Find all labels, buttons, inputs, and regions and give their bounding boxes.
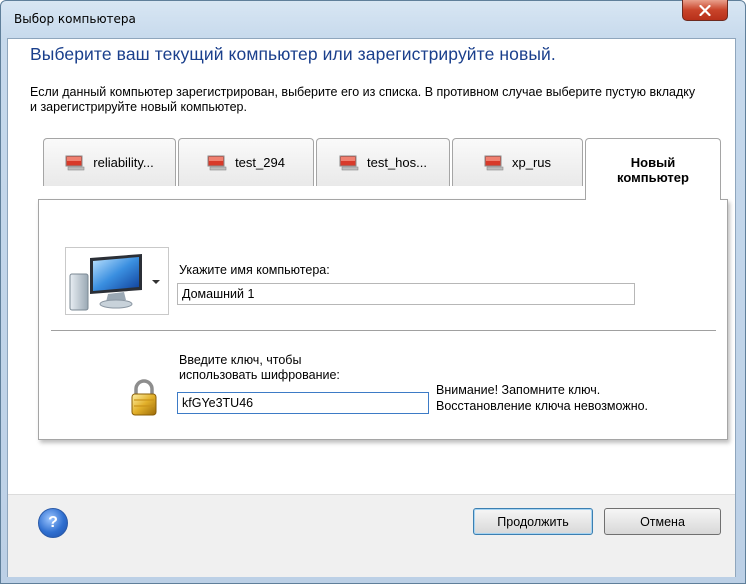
- computer-icon: [65, 155, 85, 170]
- continue-button[interactable]: Продолжить: [473, 508, 593, 535]
- computer-type-selector[interactable]: [65, 247, 169, 315]
- tab-test-hos[interactable]: test_hos...: [316, 138, 450, 186]
- tab-label: test_hos...: [367, 155, 427, 170]
- key-warning-line2: Восстановление ключа невозможно.: [436, 399, 649, 413]
- lock-icon: [131, 379, 157, 416]
- computer-icon: [339, 155, 359, 170]
- help-button[interactable]: ?: [38, 508, 68, 538]
- tab-xp-rus[interactable]: xp_rus: [452, 138, 583, 186]
- title-bar: Выбор компьютера: [0, 0, 744, 38]
- tab-label-line2: компьютер: [617, 169, 689, 185]
- encryption-key-input[interactable]: kfGYe3TU46: [177, 392, 429, 414]
- cancel-button[interactable]: Отмена: [604, 508, 721, 535]
- tab-label: xp_rus: [511, 155, 552, 170]
- button-bar: [8, 494, 735, 577]
- page-heading: Выберите ваш текущий компьютер или зарег…: [30, 44, 556, 64]
- close-button[interactable]: [682, 0, 728, 21]
- computer-name-label: Укажите имя компьютера:: [179, 263, 330, 277]
- window-title: Выбор компьютера: [14, 12, 136, 26]
- divider: [51, 330, 716, 331]
- tab-reliability[interactable]: reliability...: [43, 138, 176, 186]
- chevron-down-icon[interactable]: [152, 280, 160, 284]
- new-computer-panel: Укажите имя компьютера: Домашний 1 Введи…: [38, 199, 728, 440]
- tab-label: reliability...: [93, 155, 154, 170]
- help-icon: ?: [48, 514, 58, 531]
- tab-test-294[interactable]: test_294: [178, 138, 314, 186]
- computer-icon: [484, 155, 504, 170]
- key-warning: Внимание! Запомните ключ. Восстановление…: [436, 382, 648, 414]
- computer-name-input[interactable]: Домашний 1: [177, 283, 635, 305]
- computer-icon: [207, 155, 227, 170]
- encryption-label-line1: Введите ключ, чтобы: [179, 353, 302, 367]
- tab-label: test_294: [235, 155, 285, 170]
- close-icon: [699, 4, 711, 16]
- page-description: Если данный компьютер зарегистрирован, в…: [30, 85, 696, 114]
- tab-label-line1: Новый: [630, 154, 676, 170]
- key-warning-line1: Внимание! Запомните ключ.: [436, 383, 601, 397]
- encryption-label-line2: использовать шифрование:: [179, 368, 340, 382]
- encryption-label: Введите ключ, чтобы использовать шифрова…: [179, 353, 340, 383]
- tab-new-computer[interactable]: Новый компьютер: [585, 138, 721, 200]
- monitor-icon: [69, 254, 142, 311]
